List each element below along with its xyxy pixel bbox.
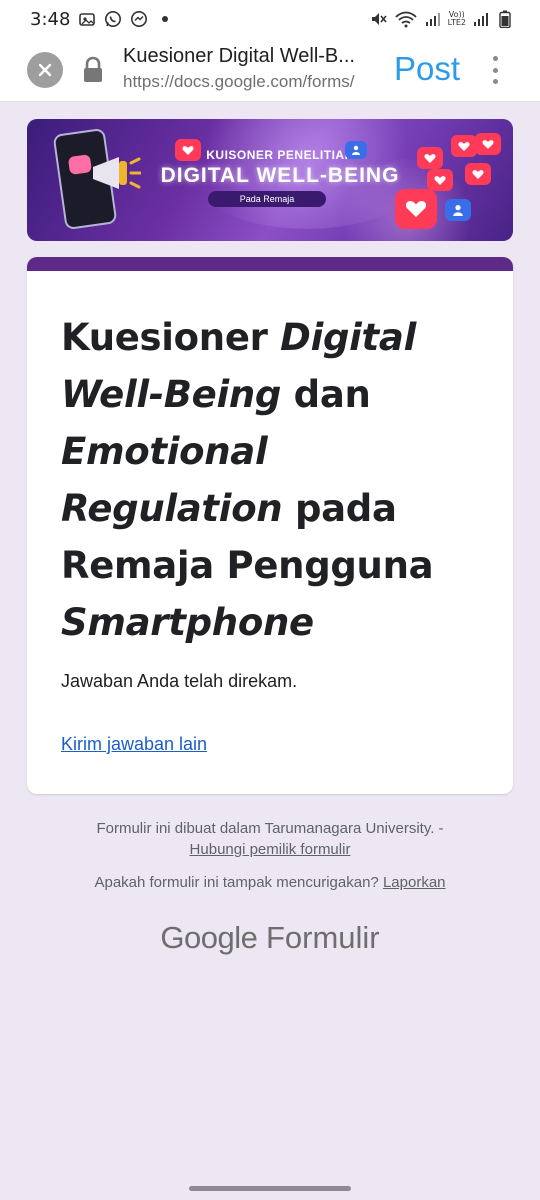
notification-heart-icon <box>465 163 491 185</box>
form-title-part: Smartphone <box>61 601 314 644</box>
form-title-part: Kuesioner <box>61 316 281 359</box>
messenger-icon <box>130 10 148 28</box>
notification-big-heart-icon <box>395 189 437 229</box>
contact-owner-link[interactable]: Hubungi pemilik formulir <box>190 841 351 858</box>
form-title-part: dan <box>281 373 371 416</box>
notification-heart-icon <box>475 133 501 155</box>
page-url: https://docs.google.com/forms/ <box>123 72 355 91</box>
notification-user-icon <box>345 141 367 159</box>
browser-toolbar: Kuesioner Digital Well-B... https://docs… <box>0 38 540 102</box>
card-accent-bar <box>27 257 513 271</box>
footer-created-in-text: Formulir ini dibuat dalam Tarumanagara U… <box>96 820 444 837</box>
signal-1-icon <box>424 10 442 28</box>
close-tab-button[interactable] <box>27 52 63 88</box>
form-header-banner: KUISONER PENELITIAN DIGITAL WELL-BEING P… <box>27 119 513 241</box>
volte-indicator: Vo)) LTE2 <box>448 11 466 27</box>
status-right: Vo)) LTE2 <box>370 10 514 28</box>
google-forms-logo[interactable]: Google Formulir <box>0 920 540 956</box>
status-left: 3:48 <box>30 9 174 30</box>
mute-icon <box>370 10 388 28</box>
form-title-part: Emotional Regulation <box>61 430 283 530</box>
gallery-notification-icon <box>78 10 96 28</box>
footer-suspicious-text: Apakah formulir ini tampak mencurigakan? <box>94 874 379 891</box>
more-notifications-dot-icon <box>156 10 174 28</box>
forms-wordmark: Formulir <box>265 920 380 955</box>
banner-pill: Pada Remaja <box>208 191 326 207</box>
wifi-icon <box>394 10 418 28</box>
notification-heart-icon <box>417 147 443 169</box>
form-confirmation-card: Kuesioner Digital Well-Being dan Emotion… <box>27 257 513 794</box>
status-bar: 3:48 Vo)) LTE2 <box>0 0 540 38</box>
notification-heart-icon <box>451 135 477 157</box>
lock-icon[interactable] <box>82 56 104 84</box>
post-button[interactable]: Post <box>394 50 460 88</box>
report-link[interactable]: Laporkan <box>383 874 446 891</box>
notification-heart-icon <box>175 139 201 161</box>
page-title: Kuesioner Digital Well-B... <box>123 45 355 67</box>
notification-heart-icon <box>427 169 453 191</box>
whatsapp-icon <box>104 10 122 28</box>
more-options-icon[interactable] <box>488 56 502 84</box>
notification-user-icon <box>445 199 471 221</box>
battery-icon <box>496 10 514 28</box>
footer-created-in: Formulir ini dibuat dalam Tarumanagara U… <box>0 818 540 860</box>
address-bar[interactable]: Kuesioner Digital Well-B... https://docs… <box>123 45 379 92</box>
close-icon <box>38 63 52 77</box>
google-wordmark: Google <box>160 920 258 955</box>
volte-bottom-label: LTE2 <box>447 18 466 27</box>
gesture-nav-handle[interactable] <box>189 1186 351 1191</box>
footer-report: Apakah formulir ini tampak mencurigakan?… <box>0 874 540 891</box>
response-recorded-message: Jawaban Anda telah direkam. <box>61 671 298 691</box>
signal-2-icon <box>472 10 490 28</box>
form-title: Kuesioner Digital Well-Being dan Emotion… <box>61 309 481 651</box>
submit-another-response-link[interactable]: Kirim jawaban lain <box>61 734 207 755</box>
status-time: 3:48 <box>30 8 71 30</box>
